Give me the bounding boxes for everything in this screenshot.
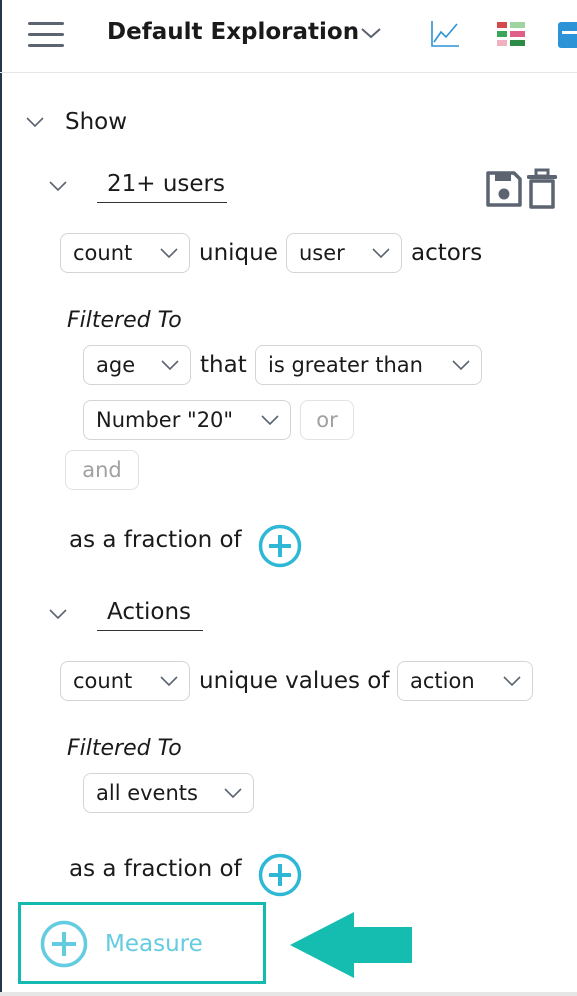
property-dropdown[interactable]: action: [397, 661, 533, 701]
measure-name-input[interactable]: 21+ users: [97, 171, 227, 203]
chevron-down-icon: [161, 360, 179, 371]
window-edge: [0, 0, 2, 996]
entity-dropdown[interactable]: user: [286, 233, 402, 273]
line-chart-icon[interactable]: [430, 20, 460, 48]
plus-circle-icon: [40, 920, 88, 968]
and-button[interactable]: and: [65, 450, 139, 490]
chevron-down-icon[interactable]: [25, 116, 45, 128]
filtered-to-label: Filtered To: [67, 736, 182, 761]
unique-text: unique: [199, 240, 278, 266]
aggregation-dropdown[interactable]: count: [60, 661, 190, 701]
trash-icon[interactable]: [525, 168, 559, 210]
add-measure-label: Measure: [105, 931, 203, 957]
show-label: Show: [65, 109, 128, 135]
hamburger-menu-icon[interactable]: [28, 22, 64, 48]
filter-operator-value: is greater than: [268, 353, 423, 377]
filtered-to-label: Filtered To: [67, 308, 182, 333]
chevron-down-icon: [160, 676, 178, 687]
table-icon[interactable]: [558, 22, 577, 48]
chevron-down-icon[interactable]: [48, 608, 68, 620]
property-value: action: [410, 669, 475, 693]
aggregation-dropdown[interactable]: count: [60, 233, 190, 273]
chevron-down-icon: [160, 248, 178, 259]
add-measure-button[interactable]: Measure: [40, 920, 203, 968]
filter-events-dropdown[interactable]: all events: [83, 773, 254, 813]
aggregation-value: count: [73, 669, 133, 693]
actors-text: actors: [411, 240, 483, 266]
filter-operator-dropdown[interactable]: is greater than: [255, 345, 482, 385]
header-bar: Default Exploration: [0, 0, 577, 73]
filter-value-text: Number "20": [96, 408, 234, 432]
save-icon[interactable]: [484, 169, 524, 209]
chevron-down-icon: [452, 360, 470, 371]
filter-property-dropdown[interactable]: age: [83, 345, 191, 385]
chevron-down-icon: [372, 248, 390, 259]
chevron-down-icon[interactable]: [48, 180, 68, 192]
bottom-border: [0, 992, 577, 996]
chevron-down-icon[interactable]: [360, 26, 382, 40]
aggregation-value: count: [73, 241, 133, 265]
that-text: that: [200, 352, 247, 378]
fraction-of-label: as a fraction of: [69, 527, 242, 553]
chevron-down-icon: [503, 676, 521, 687]
grid-view-icon[interactable]: [497, 22, 527, 48]
chevron-down-icon: [224, 788, 242, 799]
fraction-of-label: as a fraction of: [69, 856, 242, 882]
unique-values-of-text: unique values of: [199, 668, 390, 694]
chevron-down-icon: [261, 415, 279, 426]
add-fraction-plus-icon[interactable]: [258, 524, 302, 568]
arrow-left-icon: [290, 912, 412, 978]
add-fraction-plus-icon[interactable]: [258, 853, 302, 897]
entity-value: user: [299, 241, 345, 265]
measure-name-input[interactable]: Actions: [97, 599, 203, 631]
filter-property-value: age: [96, 353, 136, 377]
filter-events-value: all events: [96, 781, 198, 805]
or-button[interactable]: or: [300, 400, 354, 440]
filter-value-dropdown[interactable]: Number "20": [83, 400, 291, 440]
exploration-title[interactable]: Default Exploration: [107, 19, 359, 45]
